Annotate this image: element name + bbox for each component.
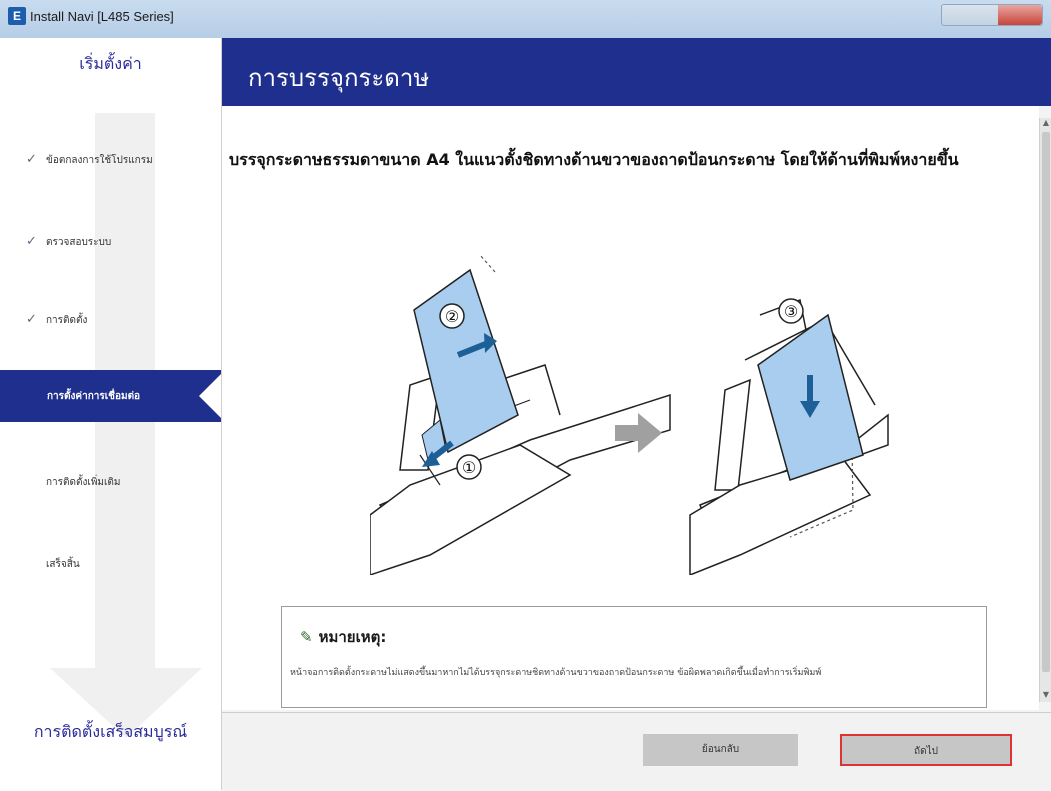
note-heading: ✎ หมายเหตุ: (300, 625, 386, 649)
printer-right-illustration: ③ (689, 298, 889, 575)
printer-left-illustration: ② ① (370, 255, 671, 575)
step-marker-2: ② (445, 307, 459, 326)
window-title: Install Navi [L485 Series] (30, 9, 174, 24)
sidebar-item-label: ข้อตกลงการใช้โปรแกรม (46, 155, 153, 166)
sidebar-item-label: การตั้งค่าการเชื่อมต่อ (47, 391, 141, 402)
step-sidebar: เริ่มตั้งค่า ✓ ข้อตกลงการใช้โปรแกรม ✓ ตร… (0, 38, 222, 790)
note-title-text: หมายเหตุ: (318, 628, 387, 646)
page-header: การบรรจุกระดาษ (222, 38, 1051, 106)
installer-window: E Install Navi [L485 Series] เริ่มตั้งค่… (0, 0, 1051, 791)
scroll-up-icon[interactable]: ▲ (1040, 118, 1051, 130)
step-marker-1: ① (462, 458, 476, 477)
sidebar-item-connection-setup: การตั้งค่าการเชื่อมต่อ (0, 370, 221, 422)
sidebar-item-label: ตรวจสอบระบบ (46, 237, 112, 248)
step-marker-3: ③ (784, 302, 798, 321)
check-icon: ✓ (26, 234, 37, 249)
sidebar-item-label: การติดตั้ง (46, 315, 88, 326)
back-button[interactable]: ย้อนกลับ (643, 734, 798, 766)
note-box: ✎ หมายเหตุ: หน้าจอการติดตั้งกระดาษไม่แสดง… (281, 606, 987, 708)
paper-loading-illustration: ② ① ③ (370, 255, 889, 575)
window-controls (941, 4, 1043, 26)
vertical-scrollbar[interactable]: ▲ ▼ (1039, 118, 1051, 702)
sidebar-start-label: เริ่มตั้งค่า (79, 54, 142, 73)
check-icon: ✓ (26, 152, 37, 167)
scrollbar-thumb[interactable] (1042, 132, 1050, 672)
sidebar-item-system-check: ✓ ตรวจสอบระบบ (0, 222, 221, 262)
note-body: หน้าจอการติดตั้งกระดาษไม่แสดงขึ้นมาหากไม… (290, 668, 822, 678)
scroll-down-icon[interactable]: ▼ (1040, 690, 1051, 702)
title-bar: E Install Navi [L485 Series] (0, 0, 1051, 38)
pencil-icon: ✎ (300, 628, 313, 646)
sidebar-complete-label: การติดตั้งเสร็จสมบูรณ์ (33, 722, 188, 741)
active-step-notch (199, 374, 221, 418)
load-paper-instruction: บรรจุกระดาษธรรมดาขนาด A4 ในแนวตั้งชิดทาง… (229, 150, 959, 169)
sidebar-item-additional-install: การติดตั้งเพิ่มเติม (0, 462, 221, 502)
sidebar-item-license: ✓ ข้อตกลงการใช้โปรแกรม (0, 140, 221, 180)
sidebar-item-label: เสร็จสิ้น (46, 559, 80, 570)
close-button[interactable] (998, 5, 1042, 25)
app-icon: E (8, 7, 26, 25)
sidebar-item-label: การติดตั้งเพิ่มเติม (46, 477, 121, 488)
check-icon: ✓ (26, 312, 37, 327)
next-button[interactable]: ถัดไป (840, 734, 1012, 766)
page-title: การบรรจุกระดาษ (248, 64, 430, 92)
sidebar-item-installation: ✓ การติดตั้ง (0, 300, 221, 340)
sidebar-item-finish: เสร็จสิ้น (0, 544, 221, 584)
